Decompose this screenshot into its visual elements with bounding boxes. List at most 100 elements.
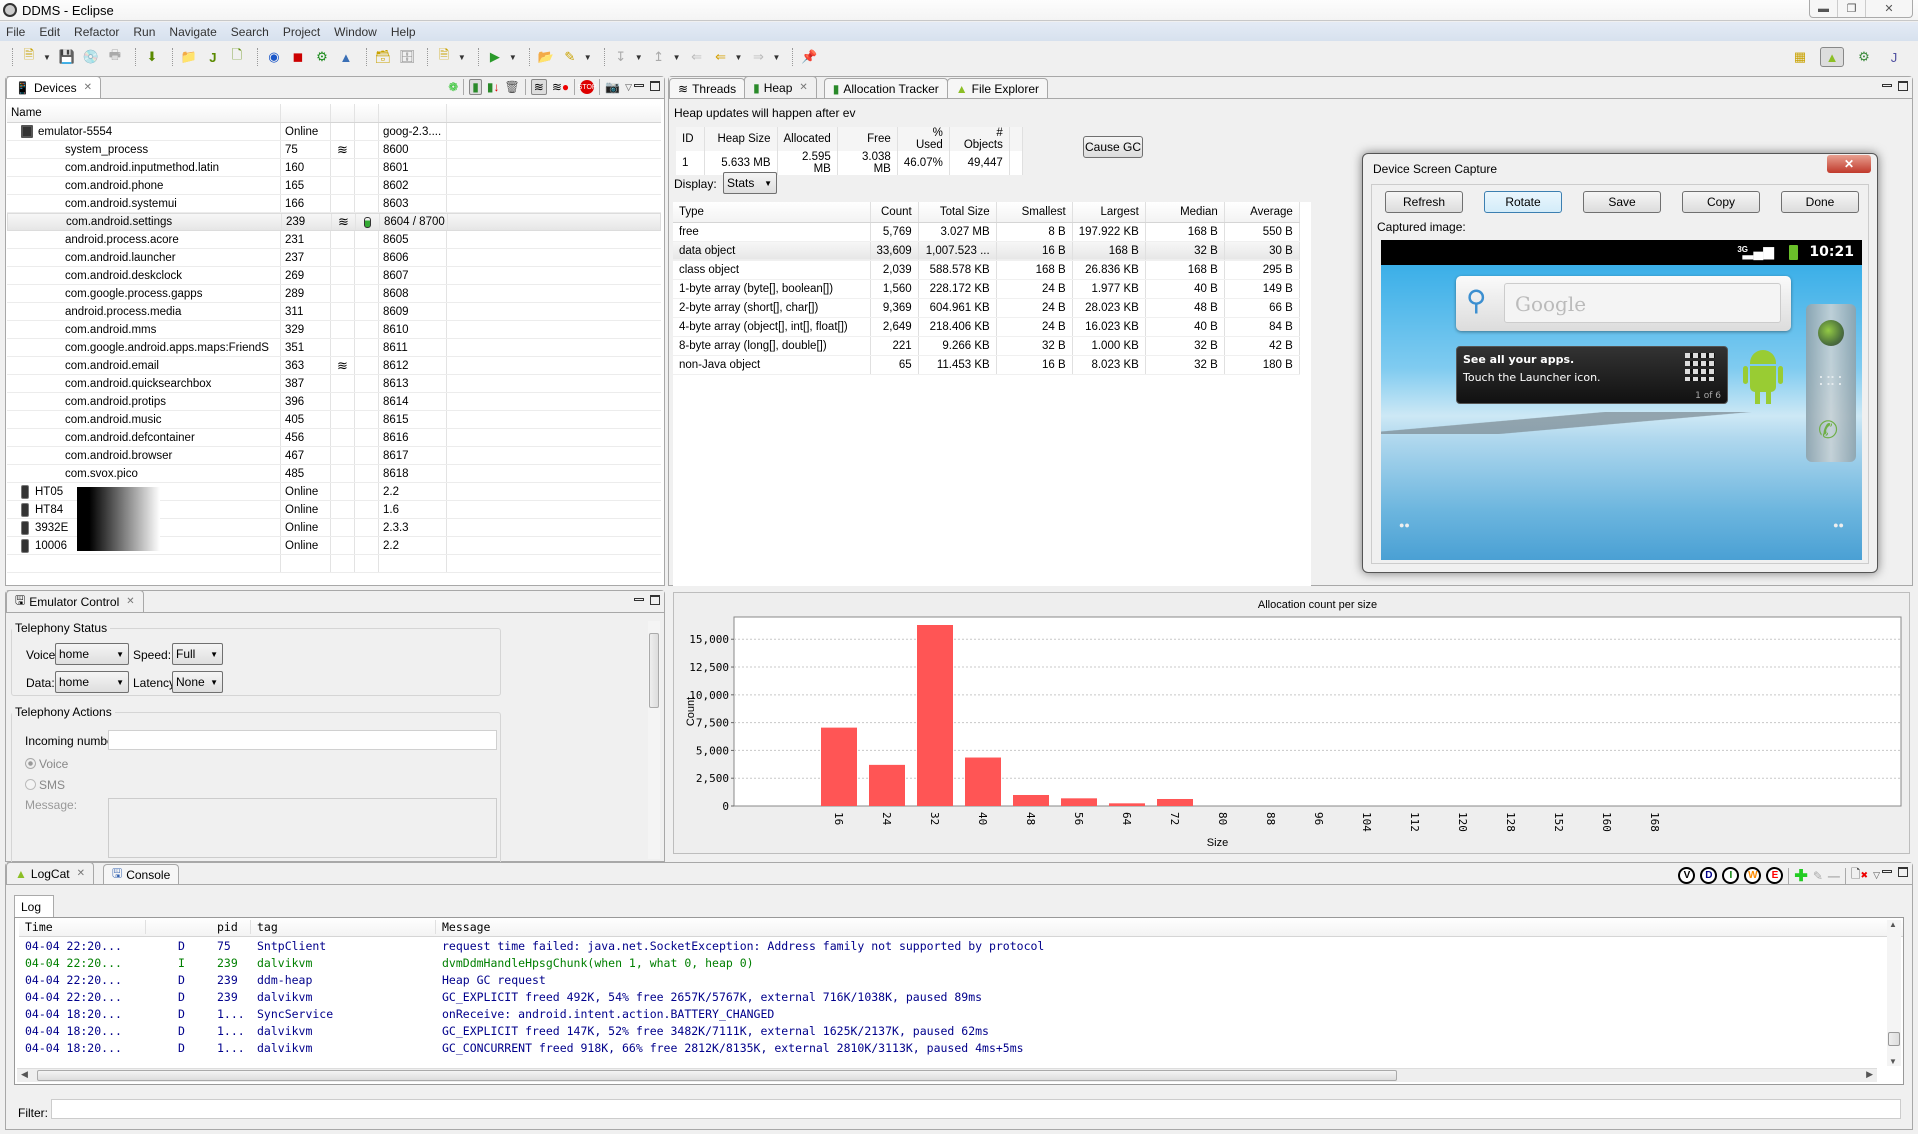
dump-hprof-icon[interactable]: ▮↓ <box>487 80 500 94</box>
process-row[interactable]: com.android.mms 329 8610 <box>7 321 661 339</box>
new-window-icon[interactable]: 🗎 <box>434 47 454 67</box>
save-all-icon[interactable]: 💿 <box>81 47 101 67</box>
log-row[interactable]: 04-04 22:20... D 239 ddm-heap Heap GC reques… <box>19 971 1903 988</box>
cause-gc-icon[interactable]: 🗑 <box>505 80 520 94</box>
process-row[interactable]: com.android.phone 165 8602 <box>7 177 661 195</box>
back-dropdown-icon[interactable]: ▼ <box>735 53 743 62</box>
previous-annotation-icon[interactable]: ↥ <box>649 47 669 67</box>
verbose-level-button[interactable]: V <box>1678 867 1696 884</box>
annotate-dropdown-icon[interactable]: ▼ <box>584 53 592 62</box>
minimize-view-icon[interactable] <box>634 84 644 87</box>
maximize-view-icon[interactable] <box>1898 81 1908 91</box>
process-row[interactable]: com.android.inputmethod.latin 160 8601 <box>7 159 661 177</box>
new-android-project-icon[interactable]: 📁 <box>179 47 199 67</box>
process-row[interactable]: com.android.protips 396 8614 <box>7 393 661 411</box>
menu-navigate[interactable]: Navigate <box>169 25 216 39</box>
close-icon[interactable]: ✕ <box>84 82 92 93</box>
column-5[interactable] <box>379 104 447 122</box>
back-icon[interactable]: ⇐ <box>711 47 731 67</box>
red-tool-icon[interactable]: ◼ <box>288 47 308 67</box>
close-icon[interactable]: ✕ <box>799 82 807 93</box>
menu-project[interactable]: Project <box>283 25 320 39</box>
tab-emulator-control[interactable]: 🖫 Emulator Control ✕ <box>6 590 144 612</box>
log-vscroll-thumb[interactable] <box>1888 1032 1900 1046</box>
new-window-dropdown-icon[interactable]: ▼ <box>458 53 466 62</box>
heap-type-row[interactable]: 1-byte array (byte[], boolean[]) 1,560 228… <box>673 279 1300 299</box>
heap-type-row[interactable]: data object 33,609 1,007.523 ... 16 B 168 B3… <box>673 241 1300 261</box>
process-row[interactable]: com.google.android.apps.maps:FriendS 351 8… <box>7 339 661 357</box>
menu-search[interactable]: Search <box>231 25 269 39</box>
scroll-up-icon[interactable]: ▲ <box>1889 920 1897 929</box>
ddms-perspective-icon[interactable]: ▲ <box>1820 47 1844 67</box>
minimize-view-icon[interactable] <box>1882 84 1892 87</box>
add-filter-icon[interactable]: ✚ <box>1794 866 1807 886</box>
scroll-right-icon[interactable]: ▶ <box>1866 1069 1873 1080</box>
type-header[interactable]: Median <box>1145 202 1225 223</box>
log-vertical-scrollbar[interactable]: ▲ ▼ <box>1887 920 1901 1066</box>
filter-input[interactable] <box>51 1099 1901 1119</box>
tab-file-explorer[interactable]: ▲ File Explorer <box>946 78 1049 98</box>
error-level-button[interactable]: E <box>1766 867 1784 884</box>
menu-file[interactable]: File <box>6 25 25 39</box>
view-menu-icon[interactable]: ▽ <box>1873 870 1880 881</box>
new-xml-file-icon[interactable]: 🗋 <box>227 47 247 67</box>
menu-help[interactable]: Help <box>391 25 416 39</box>
browser-globe-icon[interactable] <box>1818 320 1844 346</box>
type-header[interactable]: Total Size <box>918 202 997 223</box>
next-annotation-icon[interactable]: ↧ <box>611 47 631 67</box>
log-header-time[interactable]: Time <box>19 920 146 934</box>
stat-header[interactable]: Allocated <box>777 127 838 151</box>
open-type-icon[interactable]: 🗃 <box>373 47 393 67</box>
run-icon[interactable]: ▶ <box>485 47 505 67</box>
heap-type-row[interactable]: 4-byte array (object[], int[], float[]) 2… <box>673 317 1300 337</box>
log-header-message[interactable]: Message <box>436 920 1903 934</box>
message-textarea[interactable] <box>108 798 497 858</box>
emulator-control-scrollbar[interactable] <box>648 621 660 859</box>
debug-tool-icon[interactable]: ⚙ <box>312 47 332 67</box>
incoming-number-input[interactable] <box>108 730 497 750</box>
info-level-button[interactable]: I <box>1722 867 1740 884</box>
log-row[interactable]: 04-04 18:20... D 1... dalvikvm GC_CONCURRENT… <box>19 1039 1903 1056</box>
log-header-pid[interactable]: pid <box>211 920 251 934</box>
log-hscroll-thumb[interactable] <box>37 1070 1397 1081</box>
type-header[interactable]: Largest <box>1072 202 1146 223</box>
minimize-view-icon[interactable] <box>634 598 644 601</box>
heap-type-row[interactable]: non-Java object 65 11.453 KB 16 B 8.023 KB 32… <box>673 355 1300 375</box>
tab-threads[interactable]: ≋ Threads <box>669 78 746 98</box>
run-dropdown-icon[interactable]: ▼ <box>509 53 517 62</box>
maximize-view-icon[interactable] <box>1898 867 1908 877</box>
column-2[interactable] <box>281 104 331 122</box>
refresh-button[interactable]: Refresh <box>1385 191 1463 213</box>
type-header[interactable]: Smallest <box>996 202 1073 223</box>
column-3[interactable] <box>331 104 355 122</box>
heap-type-row[interactable]: class object 2,039 588.578 KB 168 B 26.836 K… <box>673 260 1300 280</box>
cause-gc-button[interactable]: Cause GC <box>1083 136 1143 158</box>
maximize-view-icon[interactable] <box>650 595 660 605</box>
log-row[interactable]: 04-04 18:20... D 1... dalvikvm GC_EXPLICIT f… <box>19 1022 1903 1039</box>
log-row[interactable]: 04-04 22:20... I 239 dalvikvm dvmDdmHandleHp… <box>19 954 1903 971</box>
menu-run[interactable]: Run <box>133 25 155 39</box>
update-threads-icon[interactable]: ≋ <box>530 79 547 95</box>
last-edit-location-icon[interactable]: ⇐ <box>687 47 707 67</box>
done-button[interactable]: Done <box>1781 191 1859 213</box>
debug-process-icon[interactable]: ❁ <box>448 80 458 94</box>
column-name[interactable]: Name <box>7 104 281 122</box>
save-button[interactable]: Save <box>1583 191 1661 213</box>
tab-allocation-tracker[interactable]: ▮ Allocation Tracker <box>823 78 948 98</box>
google-icon[interactable]: ◉ <box>264 47 284 67</box>
log-row[interactable]: 04-04 22:20... D 239 dalvikvm GC_EXPLICIT fr… <box>19 988 1903 1005</box>
process-row[interactable]: android.process.media 311 8609 <box>7 303 661 321</box>
process-row[interactable]: android.process.acore 231 8605 <box>7 231 661 249</box>
stat-header[interactable]: Heap Size <box>704 127 778 151</box>
minimize-view-icon[interactable] <box>1882 870 1892 873</box>
screen-capture-icon[interactable]: 📷 <box>605 80 620 94</box>
scrollbar-thumb[interactable] <box>649 633 659 708</box>
debug-perspective-icon[interactable]: ⚙ <box>1854 47 1874 67</box>
app-launcher-icon[interactable]: ∷∷ <box>1819 371 1842 392</box>
google-search-box[interactable]: Google <box>1504 283 1781 323</box>
copy-button[interactable]: Copy <box>1682 191 1760 213</box>
stat-header[interactable]: % Used <box>897 127 950 151</box>
pin-editor-icon[interactable]: 📌 <box>799 47 819 67</box>
forward-dropdown-icon[interactable]: ▼ <box>772 53 780 62</box>
update-heap-icon[interactable]: ▮ <box>469 79 482 95</box>
